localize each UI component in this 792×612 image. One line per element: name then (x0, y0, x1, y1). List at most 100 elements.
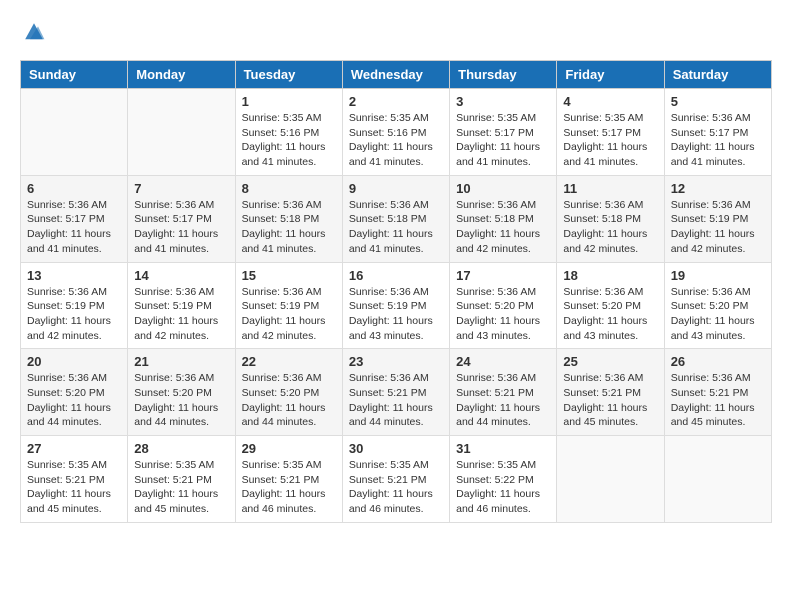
day-info: Sunrise: 5:35 AMSunset: 5:22 PMDaylight:… (456, 458, 550, 517)
calendar-cell: 14 Sunrise: 5:36 AMSunset: 5:19 PMDayligh… (128, 262, 235, 349)
calendar-cell: 7Sunrise: 5:36 AMSunset: 5:17 PMDaylight… (128, 175, 235, 262)
calendar-cell: 16Sunrise: 5:36 AMSunset: 5:19 PMDayligh… (342, 262, 449, 349)
calendar-cell (21, 89, 128, 176)
day-number: 29 (242, 441, 336, 456)
day-info: Sunrise: 5:36 AMSunset: 5:20 PMDaylight:… (27, 371, 121, 430)
calendar-cell (557, 436, 664, 523)
calendar-cell (664, 436, 771, 523)
calendar-cell: 10 Sunrise: 5:36 AMSunset: 5:18 PMDayligh… (450, 175, 557, 262)
day-number: 15 (242, 268, 336, 283)
calendar-cell: 3Sunrise: 5:35 AMSunset: 5:17 PMDaylight… (450, 89, 557, 176)
day-number: 20 (27, 354, 121, 369)
calendar-cell: 17 Sunrise: 5:36 AMSunset: 5:20 PMDayligh… (450, 262, 557, 349)
day-number: 25 (563, 354, 657, 369)
day-info: Sunrise: 5:35 AMSunset: 5:21 PMDaylight:… (349, 458, 443, 517)
calendar-header-row: SundayMondayTuesdayWednesdayThursdayFrid… (21, 61, 772, 89)
day-info: Sunrise: 5:36 AMSunset: 5:18 PMDaylight:… (349, 198, 443, 257)
calendar-cell: 31Sunrise: 5:35 AMSunset: 5:22 PMDayligh… (450, 436, 557, 523)
day-info: Sunrise: 5:36 AMSunset: 5:20 PMDaylight:… (563, 285, 657, 344)
day-info: Sunrise: 5:36 AMSunset: 5:19 PMDaylight:… (242, 285, 336, 344)
calendar-header-monday: Monday (128, 61, 235, 89)
day-info: Sunrise: 5:36 AMSunset: 5:21 PMDaylight:… (456, 371, 550, 430)
day-info: Sunrise: 5:36 AMSunset: 5:20 PMDaylight:… (456, 285, 550, 344)
calendar-table: SundayMondayTuesdayWednesdayThursdayFrid… (20, 60, 772, 523)
day-number: 12 (671, 181, 765, 196)
calendar-cell: 21 Sunrise: 5:36 AMSunset: 5:20 PMDayligh… (128, 349, 235, 436)
day-number: 17 (456, 268, 550, 283)
day-info: Sunrise: 5:35 AMSunset: 5:21 PMDaylight:… (242, 458, 336, 517)
calendar-cell: 4Sunrise: 5:35 AMSunset: 5:17 PMDaylight… (557, 89, 664, 176)
calendar-header-wednesday: Wednesday (342, 61, 449, 89)
calendar-cell: 5 Sunrise: 5:36 AMSunset: 5:17 PMDaylight… (664, 89, 771, 176)
calendar-cell: 11 Sunrise: 5:36 AMSunset: 5:18 PMDayligh… (557, 175, 664, 262)
day-number: 21 (134, 354, 228, 369)
day-info: Sunrise: 5:36 AMSunset: 5:18 PMDaylight:… (563, 198, 657, 257)
calendar-cell: 26 Sunrise: 5:36 AMSunset: 5:21 PMDayligh… (664, 349, 771, 436)
day-number: 24 (456, 354, 550, 369)
calendar-week-5: 27 Sunrise: 5:35 AMSunset: 5:21 PMDayligh… (21, 436, 772, 523)
calendar-header-tuesday: Tuesday (235, 61, 342, 89)
day-number: 19 (671, 268, 765, 283)
calendar-cell: 2 Sunrise: 5:35 AMSunset: 5:16 PMDaylight… (342, 89, 449, 176)
day-info: Sunrise: 5:35 AMSunset: 5:21 PMDaylight:… (134, 458, 228, 517)
calendar-header-saturday: Saturday (664, 61, 771, 89)
calendar-cell: 20 Sunrise: 5:36 AMSunset: 5:20 PMDayligh… (21, 349, 128, 436)
day-info: Sunrise: 5:36 AMSunset: 5:19 PMDaylight:… (134, 285, 228, 344)
day-info: Sunrise: 5:36 AMSunset: 5:18 PMDaylight:… (242, 198, 336, 257)
day-info: Sunrise: 5:36 AMSunset: 5:17 PMDaylight:… (134, 198, 228, 257)
calendar-cell (128, 89, 235, 176)
day-number: 27 (27, 441, 121, 456)
calendar-body: 1Sunrise: 5:35 AMSunset: 5:16 PMDaylight… (21, 89, 772, 523)
day-number: 22 (242, 354, 336, 369)
calendar-cell: 6 Sunrise: 5:36 AMSunset: 5:17 PMDaylight… (21, 175, 128, 262)
logo (20, 20, 46, 44)
day-info: Sunrise: 5:35 AMSunset: 5:17 PMDaylight:… (456, 111, 550, 170)
day-number: 26 (671, 354, 765, 369)
day-number: 28 (134, 441, 228, 456)
day-info: Sunrise: 5:36 AMSunset: 5:21 PMDaylight:… (349, 371, 443, 430)
logo-icon (22, 20, 46, 44)
calendar-cell: 19Sunrise: 5:36 AMSunset: 5:20 PMDayligh… (664, 262, 771, 349)
calendar-cell: 12 Sunrise: 5:36 AMSunset: 5:19 PMDayligh… (664, 175, 771, 262)
calendar-week-1: 1Sunrise: 5:35 AMSunset: 5:16 PMDaylight… (21, 89, 772, 176)
calendar-week-2: 6 Sunrise: 5:36 AMSunset: 5:17 PMDaylight… (21, 175, 772, 262)
day-info: Sunrise: 5:36 AMSunset: 5:19 PMDaylight:… (27, 285, 121, 344)
day-info: Sunrise: 5:36 AMSunset: 5:18 PMDaylight:… (456, 198, 550, 257)
calendar-header-friday: Friday (557, 61, 664, 89)
day-info: Sunrise: 5:36 AMSunset: 5:21 PMDaylight:… (671, 371, 765, 430)
day-info: Sunrise: 5:36 AMSunset: 5:20 PMDaylight:… (242, 371, 336, 430)
calendar-cell: 9Sunrise: 5:36 AMSunset: 5:18 PMDaylight… (342, 175, 449, 262)
day-number: 23 (349, 354, 443, 369)
calendar-cell: 30 Sunrise: 5:35 AMSunset: 5:21 PMDayligh… (342, 436, 449, 523)
day-number: 11 (563, 181, 657, 196)
calendar-week-4: 20 Sunrise: 5:36 AMSunset: 5:20 PMDayligh… (21, 349, 772, 436)
calendar-cell: 15 Sunrise: 5:36 AMSunset: 5:19 PMDayligh… (235, 262, 342, 349)
calendar-header-thursday: Thursday (450, 61, 557, 89)
day-number: 4 (563, 94, 657, 109)
calendar-week-3: 13 Sunrise: 5:36 AMSunset: 5:19 PMDayligh… (21, 262, 772, 349)
day-number: 2 (349, 94, 443, 109)
page-header (20, 20, 772, 44)
day-number: 14 (134, 268, 228, 283)
day-info: Sunrise: 5:36 AMSunset: 5:17 PMDaylight:… (27, 198, 121, 257)
day-number: 30 (349, 441, 443, 456)
day-number: 8 (242, 181, 336, 196)
calendar-cell: 8 Sunrise: 5:36 AMSunset: 5:18 PMDaylight… (235, 175, 342, 262)
day-info: Sunrise: 5:35 AMSunset: 5:16 PMDaylight:… (242, 111, 336, 170)
day-info: Sunrise: 5:36 AMSunset: 5:17 PMDaylight:… (671, 111, 765, 170)
day-number: 10 (456, 181, 550, 196)
calendar-cell: 13 Sunrise: 5:36 AMSunset: 5:19 PMDayligh… (21, 262, 128, 349)
calendar-cell: 28 Sunrise: 5:35 AMSunset: 5:21 PMDayligh… (128, 436, 235, 523)
calendar-cell: 29 Sunrise: 5:35 AMSunset: 5:21 PMDayligh… (235, 436, 342, 523)
day-number: 5 (671, 94, 765, 109)
calendar-cell: 1Sunrise: 5:35 AMSunset: 5:16 PMDaylight… (235, 89, 342, 176)
day-info: Sunrise: 5:36 AMSunset: 5:19 PMDaylight:… (671, 198, 765, 257)
day-number: 6 (27, 181, 121, 196)
day-number: 16 (349, 268, 443, 283)
day-number: 18 (563, 268, 657, 283)
day-info: Sunrise: 5:36 AMSunset: 5:20 PMDaylight:… (134, 371, 228, 430)
calendar-cell: 24 Sunrise: 5:36 AMSunset: 5:21 PMDayligh… (450, 349, 557, 436)
day-number: 13 (27, 268, 121, 283)
day-info: Sunrise: 5:35 AMSunset: 5:21 PMDaylight:… (27, 458, 121, 517)
day-info: Sunrise: 5:35 AMSunset: 5:16 PMDaylight:… (349, 111, 443, 170)
